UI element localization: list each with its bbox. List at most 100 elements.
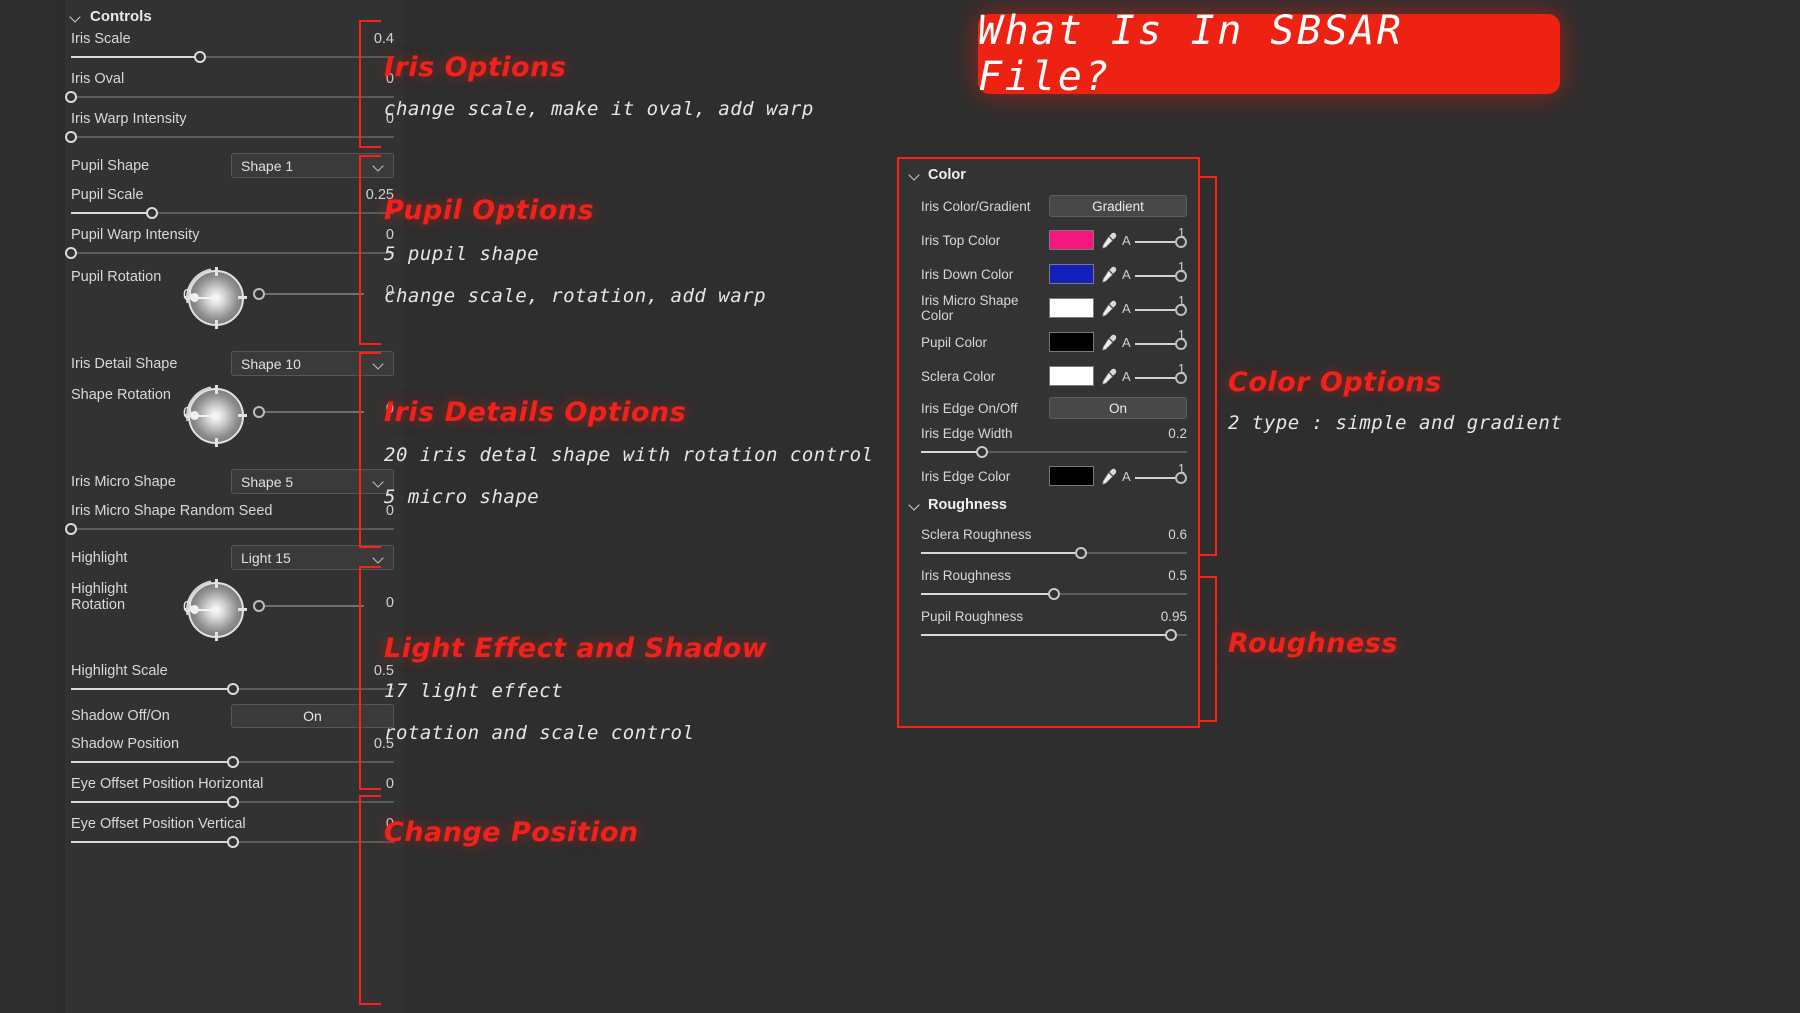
slider-handle[interactable] [1175,372,1187,384]
color-section-bracket-2 [1199,576,1217,722]
slider-iris-oval[interactable] [65,90,394,104]
roughness-section-title: Roughness [928,497,1007,513]
slider-track [71,252,394,254]
slider-pupil-scale[interactable] [71,206,394,220]
alpha-slider-iris-down-color[interactable]: 1 [1134,260,1187,284]
eyedropper-icon[interactable] [1101,300,1117,317]
roughness-section-header[interactable]: Roughness [899,497,1198,513]
slider-eye-offset-position-vertical[interactable] [71,835,394,849]
param-label: Shadow Position [71,736,180,752]
color-swatch-iris-top-color[interactable] [1049,230,1094,250]
slider-handle[interactable] [65,247,77,259]
eyedropper-icon[interactable] [1101,368,1117,385]
param-label: Shape Rotation [71,387,171,403]
slider-handle[interactable] [976,446,989,458]
color-swatch-iris-edge-color[interactable] [1049,466,1094,486]
slider-handle[interactable] [226,683,239,695]
slider-fill [921,552,1081,554]
left_panel-row-iris-micro-shape: Iris Micro Shape Shape 5 [71,469,394,494]
color-swatch-iris-down-color[interactable] [1049,264,1094,284]
slider-iris-warp-intensity[interactable] [65,130,394,144]
rotation-dial-pupil-rotation[interactable]: 0 [174,256,258,340]
left_panel-row-shape-rotation: Shape Rotation 0 0 [71,374,394,459]
dial-slider-pupil-rotation[interactable] [253,287,364,301]
annotation-line: 20 iris detal shape with rotation contro… [384,444,874,466]
alpha-slider-sclera-color[interactable]: 1 [1134,362,1187,386]
color-swatch-iris-micro-shape-color[interactable] [1049,298,1094,318]
slider-handle[interactable] [253,600,265,612]
eyedropper-icon[interactable] [1101,334,1117,351]
slider-handle[interactable] [253,406,265,418]
slider-fill [71,801,233,803]
slider-handle[interactable] [65,131,77,143]
slider-handle[interactable] [1175,236,1187,248]
eyedropper-icon[interactable] [1101,232,1117,249]
slider-fill [71,212,152,214]
slider-handle[interactable] [1175,270,1187,282]
slider-handle[interactable] [1175,338,1187,350]
param-label: Highlight Scale [71,663,168,679]
slider-handle[interactable] [65,523,77,535]
roughness-row-list: Sclera Roughness 0.6 Iris Roughness 0.5 … [899,519,1198,642]
slider-track [1134,343,1177,345]
slider-pupil-roughness[interactable] [921,628,1187,642]
slider-handle[interactable] [1165,629,1178,641]
left_panel-row-pupil-shape: Pupil Shape Shape 1 [71,153,394,178]
section-bracket-2 [359,155,381,345]
alpha-slider-iris-edge-color[interactable]: 1 [1134,462,1187,486]
eyedropper-icon[interactable] [1101,266,1117,283]
slider-handle[interactable] [1175,472,1187,484]
slider-iris-scale[interactable] [71,50,394,64]
param-value: 0 [385,776,394,792]
slider-handle[interactable] [253,288,265,300]
alpha-slider-iris-micro-shape-color[interactable]: 1 [1134,294,1187,318]
slider-iris-edge-width[interactable] [921,445,1187,459]
annotation-line: 5 micro shape [384,486,540,508]
slider-track [71,96,394,98]
param-value: 0 [385,227,394,243]
roughness-row-sclera-roughness: Sclera Roughness 0.6 [921,519,1187,560]
color-swatch-pupil-color[interactable] [1049,332,1094,352]
section-bracket-4 [359,566,381,790]
slider-handle[interactable] [1074,547,1087,559]
param-label: Pupil Shape [71,157,150,174]
slider-handle[interactable] [1175,304,1187,316]
roughness-row-iris-roughness: Iris Roughness 0.5 [921,560,1187,601]
slider-iris-roughness[interactable] [921,587,1187,601]
slider-handle[interactable] [145,207,158,219]
slider-shadow-position[interactable] [71,755,394,769]
toggle-iris-edge-on-off[interactable]: On [1049,397,1187,419]
slider-pupil-warp-intensity[interactable] [65,246,394,260]
slider-eye-offset-position-horizontal[interactable] [71,795,394,809]
rotation-dial-highlight-rotation[interactable]: 0 [174,568,258,652]
slider-iris-micro-shape-random-seed[interactable] [65,522,394,536]
slider-handle[interactable] [226,756,239,768]
controls-section-header[interactable]: Controls [57,0,404,31]
eyedropper-icon[interactable] [1101,468,1117,485]
slider-handle[interactable] [226,796,239,808]
slider-handle[interactable] [226,836,239,848]
left_panel-row-highlight-scale: Highlight Scale 0.5 [71,663,394,696]
slider-track [1134,377,1177,379]
dropdown-iris-color-gradient[interactable]: Gradient [1049,195,1187,217]
color-swatch-sclera-color[interactable] [1049,366,1094,386]
slider-sclera-roughness[interactable] [921,546,1187,560]
left_panel-row-pupil-scale: Pupil Scale 0.25 [71,187,394,220]
slider-handle[interactable] [65,91,77,103]
rotation-dial-shape-rotation[interactable]: 0 [174,374,258,458]
toggle-value: On [1108,400,1127,416]
slider-highlight-scale[interactable] [71,682,394,696]
slider-handle[interactable] [1048,588,1060,600]
dropdown-value: Light 15 [241,549,291,566]
alpha-slider-pupil-color[interactable]: 1 [1134,328,1187,352]
left_panel-row-shadow-position: Shadow Position 0.5 [71,736,394,769]
param-value: 0.5 [1168,568,1187,583]
annotation-heading-roughness: Roughness [1228,628,1398,659]
param-label: Pupil Roughness [921,609,1024,624]
dial-slider-highlight-rotation[interactable] [253,599,364,613]
dial-slider-shape-rotation[interactable] [253,405,364,419]
slider-track [253,293,364,295]
alpha-slider-iris-top-color[interactable]: 1 [1134,226,1187,250]
slider-handle[interactable] [194,51,207,63]
color-section-header[interactable]: Color [899,167,1198,183]
